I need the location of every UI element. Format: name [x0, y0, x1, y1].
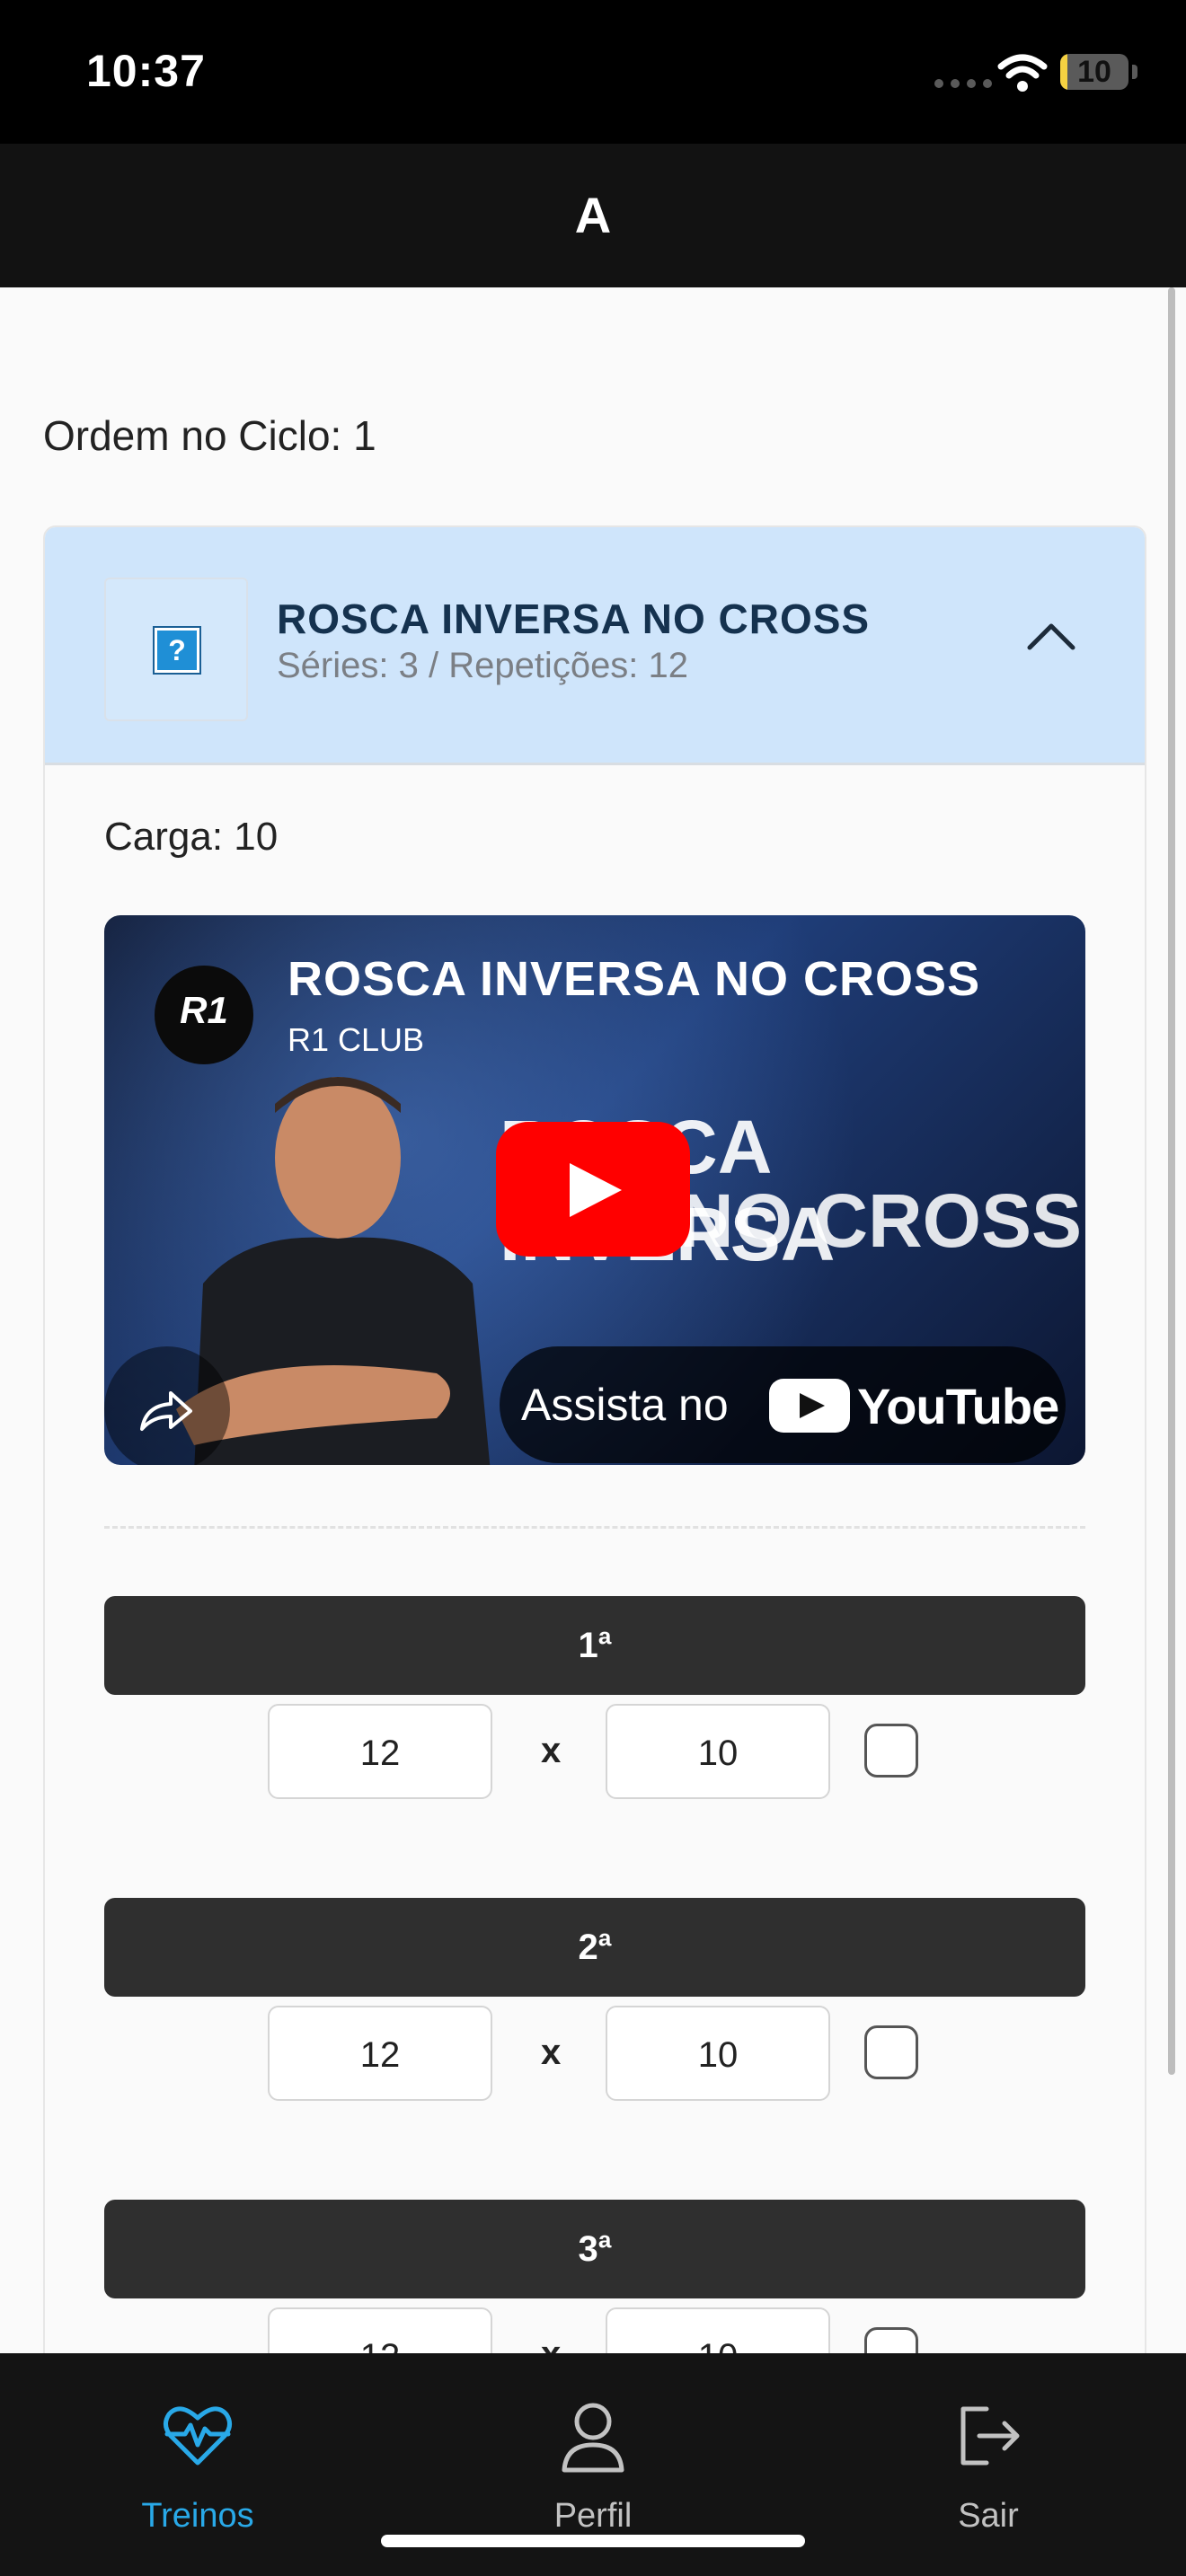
- battery-level: 10: [1077, 55, 1111, 89]
- scrollbar[interactable]: [1168, 287, 1175, 2075]
- set-checkbox[interactable]: [864, 2025, 918, 2079]
- load-input[interactable]: 10: [606, 2006, 830, 2101]
- video-player[interactable]: ROSCA INVERSA NO CROSS R1 ROSCA INVERSA …: [104, 915, 1085, 1465]
- tab-treinos[interactable]: Treinos: [0, 2353, 395, 2576]
- youtube-wordmark: YouTube: [857, 1378, 1059, 1434]
- play-icon: [570, 1163, 622, 1217]
- divider: [104, 1526, 1085, 1529]
- tab-label: Treinos: [141, 2497, 254, 2535]
- load-input[interactable]: 10: [606, 1704, 830, 1799]
- watch-on-label: Assista no: [521, 1380, 729, 1430]
- set-header: 1ª: [104, 1596, 1085, 1695]
- channel-logo: R1: [155, 966, 253, 1064]
- tab-sair[interactable]: Sair: [791, 2353, 1186, 2576]
- load-input[interactable]: 10: [606, 2307, 830, 2353]
- video-channel[interactable]: R1 CLUB: [288, 1021, 424, 1059]
- share-button[interactable]: [104, 1346, 230, 1465]
- nav-bar: A: [0, 144, 1186, 287]
- chevron-up-icon[interactable]: [1024, 617, 1078, 653]
- cellular-signal-icon: [934, 79, 992, 88]
- question-icon: ?: [155, 628, 199, 673]
- set-checkbox[interactable]: [864, 1724, 918, 1778]
- logout-icon: [960, 2406, 1020, 2466]
- times-label: x: [541, 2334, 561, 2353]
- status-time: 10:37: [86, 46, 206, 96]
- times-label: x: [541, 1731, 562, 1770]
- cycle-order-label: Ordem no Ciclo: 1: [43, 412, 376, 459]
- set-header: 2ª: [104, 1898, 1085, 1997]
- page-title: A: [574, 187, 612, 243]
- exercise-load: Carga: 10: [104, 815, 279, 859]
- share-icon: [140, 1391, 192, 1431]
- battery-tip: [1132, 65, 1137, 79]
- wifi-icon: [997, 54, 1048, 92]
- exercise-card: ? ROSCA INVERSA NO CROSS Séries: 3 / Rep…: [43, 525, 1146, 2353]
- play-button[interactable]: [496, 1122, 690, 1257]
- user-icon: [562, 2403, 624, 2473]
- exercise-header[interactable]: ? ROSCA INVERSA NO CROSS Séries: 3 / Rep…: [45, 527, 1145, 765]
- video-title[interactable]: ROSCA INVERSA NO CROSS: [288, 951, 980, 1007]
- status-bar: 10:37 10: [0, 0, 1186, 144]
- exercise-name: ROSCA INVERSA NO CROSS: [277, 595, 871, 642]
- workout-content[interactable]: Ordem no Ciclo: 1 ? ROSCA INVERSA NO CRO…: [0, 287, 1186, 2353]
- battery-icon: 10: [1060, 54, 1128, 90]
- reps-input[interactable]: 12: [268, 1704, 492, 1799]
- video-thumbnail-text-2: NO CROSS: [679, 1178, 1083, 1263]
- set-checkbox[interactable]: [864, 2327, 918, 2353]
- youtube-logo-icon: [769, 1379, 850, 1433]
- tab-label: Perfil: [553, 2497, 633, 2535]
- watch-on-youtube-button[interactable]: Assista no YouTube: [500, 1346, 1066, 1463]
- tab-label: Sair: [958, 2497, 1019, 2535]
- exercise-series-reps: Séries: 3 / Repetições: 12: [277, 646, 689, 685]
- times-label: x: [541, 2033, 562, 2072]
- reps-input[interactable]: 12: [268, 2307, 492, 2353]
- set-header: 3ª: [104, 2200, 1085, 2298]
- heart-pulse-icon: [164, 2406, 232, 2466]
- home-indicator: [381, 2535, 805, 2547]
- reps-input[interactable]: 12: [268, 2006, 492, 2101]
- exercise-thumbnail: ?: [104, 578, 248, 721]
